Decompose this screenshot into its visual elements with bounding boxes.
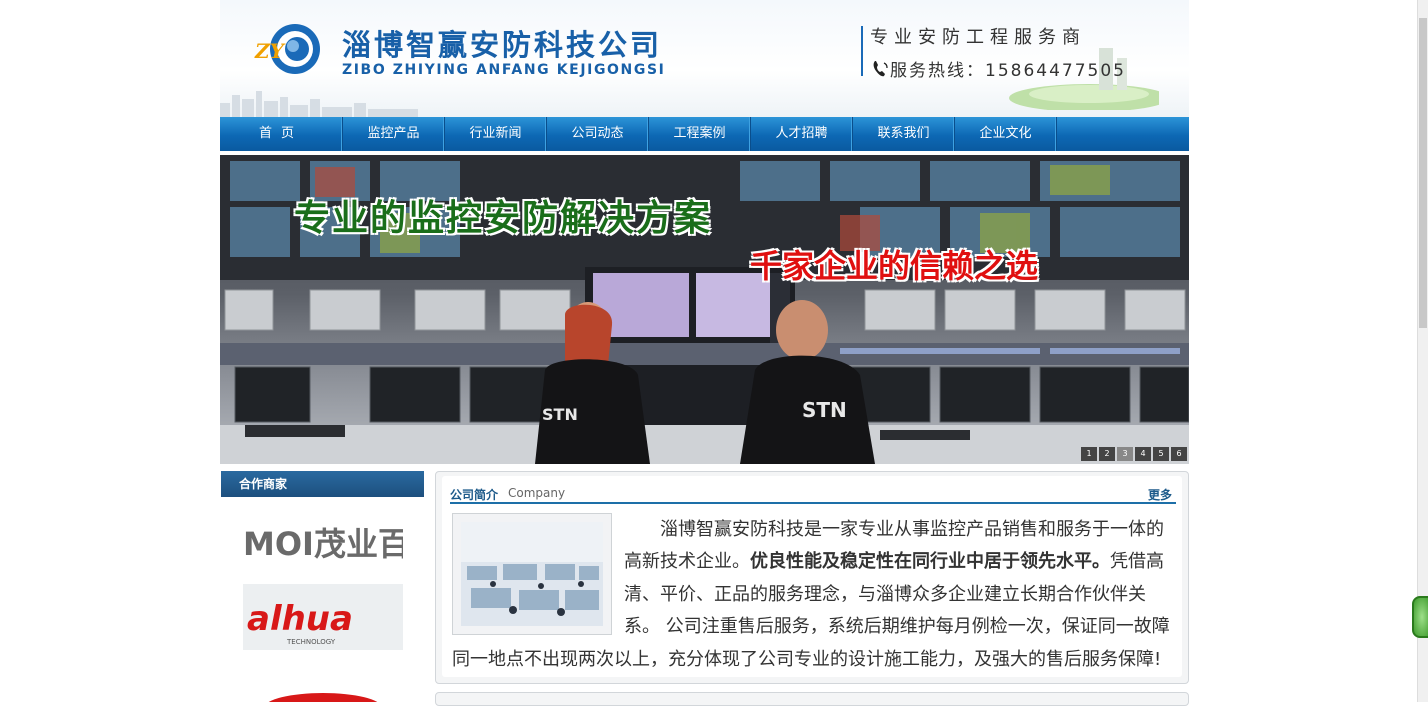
nav-item-contact[interactable]: 联系我们 xyxy=(853,117,955,151)
hero-banner[interactable]: STN STN 专业的监控安防解决方案 千家企业的信赖之选 1 2 3 4 5 … xyxy=(220,155,1189,464)
header-tagline: 专业安防工程服务商 xyxy=(870,27,1086,48)
nav-item-industry-news[interactable]: 行业新闻 xyxy=(445,117,547,151)
svg-text:alhua: alhua xyxy=(247,599,353,639)
company-intro-panel: 公司简介 Company 更多 淄博智赢安防科技是一家专业从事监控产品销售和服务… xyxy=(435,471,1189,684)
hotline-number: 15864477505 xyxy=(985,61,1126,81)
nav-item-culture[interactable]: 企业文化 xyxy=(955,117,1057,151)
city-skyline-decoration xyxy=(220,91,418,117)
scrollbar-thumb[interactable] xyxy=(1419,18,1427,328)
slide-dot[interactable]: 1 xyxy=(1081,447,1097,461)
page-container: ZY 淄博智赢安防科技公司 ZIBO ZHIYING ANFANG KEJIGO… xyxy=(220,0,1189,706)
company-intro-subtitle: Company xyxy=(508,486,566,500)
partner-logo-dahua[interactable]: alhua TECHNOLOGY xyxy=(243,584,403,650)
company-intro-text: 淄博智赢安防科技是一家专业从事监控产品销售和服务于一体的高新技术企业。优良性能及… xyxy=(452,519,1170,670)
company-logo[interactable]: ZY xyxy=(253,20,325,78)
partners-panel: 合作商家 MOI茂业百货 alhua TECHNOLOGY xyxy=(221,471,424,702)
main-navigation: 首页 监控产品 行业新闻 公司动态 工程案例 人才招聘 联系我们 企业文化 xyxy=(220,117,1189,151)
partner-logo-third[interactable] xyxy=(243,681,403,702)
company-name: 淄博智赢安防科技公司 xyxy=(342,28,663,62)
partners-heading: 合作商家 xyxy=(221,471,424,497)
slide-dot[interactable]: 6 xyxy=(1171,447,1187,461)
banner-subheadline: 千家企业的信赖之选 xyxy=(750,247,1039,285)
floating-side-button[interactable] xyxy=(1412,596,1428,638)
company-name-english: ZIBO ZHIYING ANFANG KEJIGONGSI xyxy=(342,62,666,78)
more-link[interactable]: 更多 xyxy=(1148,486,1172,503)
phone-icon xyxy=(873,61,888,77)
control-desk xyxy=(220,425,1189,464)
partner-logo-maoye[interactable]: MOI茂业百货 xyxy=(243,519,403,563)
next-panel-top xyxy=(435,692,1189,706)
nav-item-products[interactable]: 监控产品 xyxy=(343,117,445,151)
svg-text:ZY: ZY xyxy=(254,39,286,63)
svg-text:STN: STN xyxy=(542,405,578,424)
slide-dot-active[interactable]: 3 xyxy=(1117,447,1133,461)
equipment-rack xyxy=(220,343,1189,365)
hotline: 服务热线：15864477505 xyxy=(870,56,1126,81)
svg-text:TECHNOLOGY: TECHNOLOGY xyxy=(286,638,336,646)
svg-text:STN: STN xyxy=(802,398,847,422)
company-intro-header: 公司简介 Company 更多 xyxy=(450,486,1176,504)
slide-dot[interactable]: 4 xyxy=(1135,447,1151,461)
banner-headline: 专业的监控安防解决方案 xyxy=(294,197,713,239)
hotline-label: 服务热线： xyxy=(890,61,985,81)
nav-item-jobs[interactable]: 人才招聘 xyxy=(751,117,853,151)
nav-item-home[interactable]: 首页 xyxy=(220,117,343,151)
company-intro-inner: 公司简介 Company 更多 淄博智赢安防科技是一家专业从事监控产品销售和服务… xyxy=(442,476,1182,677)
header-divider xyxy=(861,26,863,76)
slide-dot[interactable]: 5 xyxy=(1153,447,1169,461)
company-intro-title: 公司简介 xyxy=(450,488,499,502)
nav-item-cases[interactable]: 工程案例 xyxy=(649,117,751,151)
site-header: ZY 淄博智赢安防科技公司 ZIBO ZHIYING ANFANG KEJIGO… xyxy=(220,0,1189,117)
slide-indicators: 1 2 3 4 5 6 xyxy=(1081,447,1187,461)
slide-dot[interactable]: 2 xyxy=(1099,447,1115,461)
nav-item-company-news[interactable]: 公司动态 xyxy=(547,117,649,151)
svg-text:MOI茂业百货: MOI茂业百货 xyxy=(243,525,403,563)
